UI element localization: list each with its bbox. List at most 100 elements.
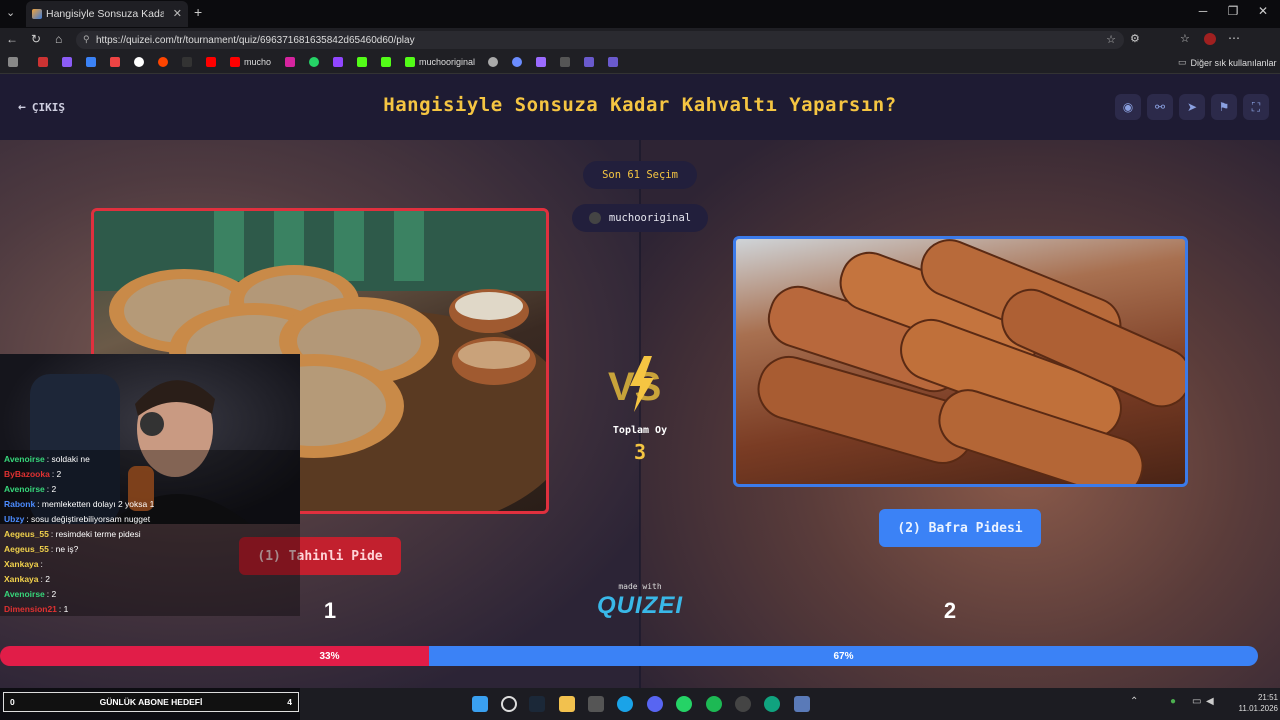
- bookmark-star-icon[interactable]: ☆: [1106, 33, 1116, 46]
- bookmark-icon[interactable]: [62, 57, 72, 67]
- kick-icon[interactable]: [357, 57, 367, 67]
- bookmark-icon[interactable]: [8, 57, 18, 67]
- quizei-logo[interactable]: QUIZEI: [580, 592, 700, 620]
- bookmark-label: muchooriginal: [419, 57, 476, 67]
- app-icon[interactable]: [794, 696, 810, 712]
- browser-tab[interactable]: Hangisiyle Sonsuza Kadar Kahvaltı ✕: [26, 1, 188, 27]
- store-icon[interactable]: [588, 696, 604, 712]
- chat-text: : 2: [51, 469, 62, 479]
- total-votes-label: Toplam Oy: [612, 425, 668, 436]
- total-votes-value: 3: [633, 440, 647, 464]
- chat-message: Rabonk: memleketten dolayı 2 yoksa 1: [4, 497, 296, 512]
- obs-icon[interactable]: [735, 696, 751, 712]
- creator-name: muchooriginal: [608, 212, 692, 224]
- x-icon[interactable]: [182, 57, 192, 67]
- other-bookmarks-folder[interactable]: ▭ Diğer sık kullanılanlar: [1178, 57, 1277, 68]
- system-clock[interactable]: 21:51 11.01.2026: [1234, 692, 1278, 714]
- more-icon[interactable]: ⋯: [1228, 31, 1240, 45]
- instagram-icon[interactable]: [285, 57, 295, 67]
- option2-button[interactable]: (2) Bafra Pidesi: [879, 509, 1041, 547]
- option1-number: 1: [323, 598, 337, 623]
- file-explorer-icon[interactable]: [559, 696, 575, 712]
- edge-icon[interactable]: [617, 696, 633, 712]
- steam-icon[interactable]: [529, 696, 545, 712]
- chat-overlay: Avenoirse: soldaki ne ByBazooka: 2 Avenoir…: [0, 450, 300, 616]
- bookmark-icon[interactable]: [584, 57, 594, 67]
- minimize-icon[interactable]: ─: [1188, 4, 1218, 18]
- other-bookmarks-label: Diğer sık kullanılanlar: [1190, 57, 1277, 68]
- bookmark-icon[interactable]: [512, 57, 522, 67]
- eye-icon[interactable]: ◉: [1115, 94, 1141, 120]
- youtube-icon[interactable]: [206, 57, 216, 67]
- link-icon[interactable]: ⚯: [1147, 94, 1173, 120]
- chat-text: : 2: [46, 589, 57, 599]
- discord-icon[interactable]: [647, 696, 663, 712]
- share-icon[interactable]: ➤: [1179, 94, 1205, 120]
- back-icon[interactable]: ←: [6, 32, 18, 46]
- favorites-icon[interactable]: ☆: [1180, 32, 1190, 45]
- chat-message: Aegeus_55: resimdeki terme pidesi: [4, 527, 296, 542]
- tray-chevron-icon[interactable]: ⌃: [1130, 696, 1138, 707]
- browser-tab-bar: ⌄ Hangisiyle Sonsuza Kadar Kahvaltı ✕ + …: [0, 0, 1280, 28]
- chat-text: : ne iş?: [50, 544, 79, 554]
- tab-title: Hangisiyle Sonsuza Kadar Kahvaltı: [46, 8, 164, 20]
- url-field[interactable]: ⚲ https://quizei.com/tr/tournament/quiz/…: [76, 31, 1124, 49]
- whatsapp-app-icon[interactable]: [676, 696, 692, 712]
- chat-text: : resimdeki terme pidesi: [50, 529, 141, 539]
- bookmark-icon[interactable]: [488, 57, 498, 67]
- bookmark-icon[interactable]: [536, 57, 546, 67]
- bookmark-icon[interactable]: [86, 57, 96, 67]
- option2-image[interactable]: [733, 236, 1188, 487]
- app-icon[interactable]: [764, 696, 780, 712]
- bookmark-mucho[interactable]: mucho: [230, 57, 271, 67]
- kick-icon[interactable]: [381, 57, 391, 67]
- chat-message: Dimension21: 1: [4, 602, 296, 617]
- bookmark-icon[interactable]: [608, 57, 618, 67]
- search-icon[interactable]: [501, 696, 517, 712]
- chat-username: Ubzy: [4, 514, 25, 524]
- chat-username: ByBazooka: [4, 469, 50, 479]
- bookmark-muchooriginal[interactable]: muchooriginal: [405, 57, 475, 67]
- refresh-icon[interactable]: ↻: [31, 32, 41, 46]
- exit-button[interactable]: ← ÇIKIŞ: [18, 100, 65, 115]
- folder-icon: ▭: [1178, 57, 1187, 67]
- goal-current: 0: [10, 697, 15, 707]
- close-tab-icon[interactable]: ✕: [173, 7, 182, 20]
- new-tab-icon[interactable]: +: [194, 4, 202, 20]
- maximize-icon[interactable]: ❐: [1218, 4, 1248, 18]
- creator-badge[interactable]: muchooriginal: [572, 204, 708, 232]
- option2-number: 2: [943, 598, 957, 623]
- home-icon[interactable]: ⌂: [55, 32, 62, 46]
- spotify-icon[interactable]: [706, 696, 722, 712]
- flag-icon[interactable]: ⚑: [1211, 94, 1237, 120]
- reddit-icon[interactable]: [158, 57, 168, 67]
- close-window-icon[interactable]: ✕: [1248, 4, 1278, 18]
- whatsapp-icon[interactable]: [309, 57, 319, 67]
- chat-message: Xankaya:: [4, 557, 296, 572]
- clock-date: 11.01.2026: [1238, 704, 1278, 713]
- chat-username: Avenoirse: [4, 454, 45, 464]
- chat-username: Aegeus_55: [4, 544, 49, 554]
- google-icon[interactable]: [134, 57, 144, 67]
- exit-label: ÇIKIŞ: [31, 101, 65, 114]
- bookmarks-bar: mucho muchooriginal ▭ Diğer sık kullanıla…: [0, 52, 1280, 74]
- gmail-icon[interactable]: [110, 57, 120, 67]
- tab-list-icon[interactable]: ⌄: [6, 6, 15, 19]
- network-icon[interactable]: ▭: [1192, 696, 1201, 707]
- chat-text: : 2: [40, 574, 50, 584]
- lightning-vs-icon: VS: [608, 356, 661, 412]
- volume-icon[interactable]: ◀: [1206, 696, 1214, 707]
- fullscreen-icon[interactable]: ⛶: [1243, 94, 1269, 120]
- chat-message: Avenoirse: soldaki ne: [4, 452, 296, 467]
- twitch-icon[interactable]: [333, 57, 343, 67]
- chat-message: Xankaya: 2: [4, 572, 296, 587]
- bookmark-icon[interactable]: [560, 57, 570, 67]
- chat-message: ByBazooka: 2: [4, 467, 296, 482]
- site-info-icon[interactable]: ⚲: [83, 34, 90, 45]
- profile-avatar[interactable]: [1204, 33, 1216, 45]
- bookmark-label: mucho: [244, 57, 272, 67]
- extensions-icon[interactable]: ⚙: [1130, 32, 1140, 45]
- start-icon[interactable]: [472, 696, 488, 712]
- bookmark-icon[interactable]: [38, 57, 48, 67]
- microphone-icon[interactable]: ●: [1170, 696, 1176, 707]
